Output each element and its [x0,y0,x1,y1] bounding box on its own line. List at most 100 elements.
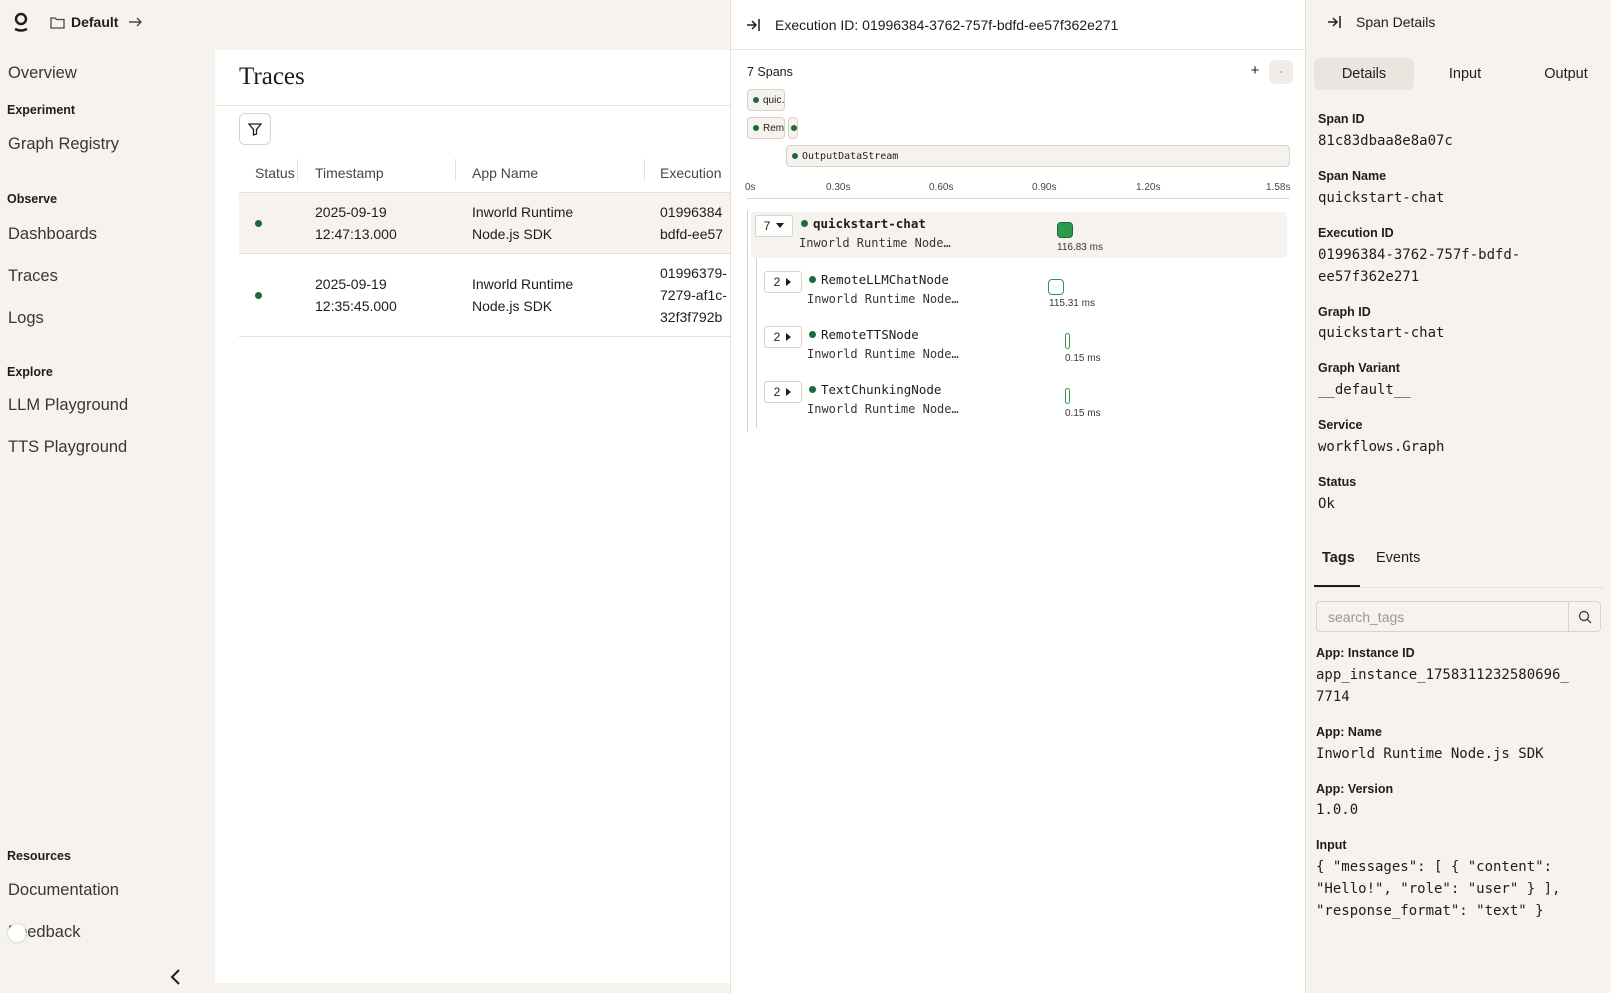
tree-line [756,258,757,428]
sidebar-item-tts-playground[interactable]: TTS Playground [8,438,127,457]
span-duration-bar[interactable] [1057,222,1073,238]
status-dot [801,220,808,227]
execution-id-label: Execution ID [1318,226,1394,240]
minimap-span[interactable] [788,117,798,139]
subtab-events[interactable]: Events [1376,550,1420,566]
graph-variant-value: __default__ [1318,382,1411,398]
details-header: Span Details [1306,0,1611,44]
count-text: 2 [773,275,781,289]
sidebar-section-experiment: Experiment [7,103,76,117]
span-details-panel: Span Details Details Input Output Span I… [1306,0,1611,993]
status-dot [255,292,262,299]
span-child-count[interactable]: 2 [764,381,802,403]
status-value: Ok [1318,496,1335,512]
timestamp-cell: 2025-09-19 12:47:13.000 [315,204,397,242]
sidebar-item-logs[interactable]: Logs [8,309,44,328]
span-row-remote-llm-chat-node[interactable]: 2 RemoteLLMChatNode Inworld Runtime Node… [761,268,1287,314]
column-separator[interactable] [455,159,456,181]
column-separator[interactable] [297,159,298,181]
search-tags-input[interactable]: search_tags [1316,601,1601,632]
details-title: Span Details [1356,14,1436,30]
chevron-right-icon [786,278,792,286]
workspace-breadcrumb[interactable]: Default [50,14,144,30]
axis-tick-label: 1.58s [1266,182,1291,193]
span-duration: 115.31 ms [1049,298,1095,309]
chevron-down-icon [776,223,785,228]
span-child-count[interactable]: 2 [764,326,802,348]
tab-details[interactable]: Details [1314,58,1414,90]
axis-tick-label: 0.30s [826,182,851,193]
page-title: Traces [239,63,305,90]
folder-icon [50,16,65,29]
status-label: Status [1318,475,1357,489]
span-row-quickstart-chat[interactable]: 7 quickstart-chat Inworld Runtime Node… … [751,212,1287,258]
collapse-panel-icon[interactable] [1326,14,1342,30]
minimap-span[interactable]: quic… [747,89,785,111]
span-name: quickstart-chat [813,216,926,231]
tab-output[interactable]: Output [1516,58,1611,90]
sidebar-item-graph-registry[interactable]: Graph Registry [8,135,119,154]
sidebar-item-llm-playground[interactable]: LLM Playground [8,396,128,415]
span-child-count[interactable]: 7 [755,215,793,237]
status-dot [809,276,816,283]
span-duration-bar[interactable] [1065,388,1070,404]
divider [1314,587,1603,588]
tab-input[interactable]: Input [1415,58,1515,90]
app-name-cell: Inworld Runtime Node.js SDK [472,276,574,314]
span-duration-bar[interactable] [1065,333,1070,349]
count-text: 2 [773,385,781,399]
column-header-status[interactable]: Status [255,165,295,181]
status-dot [809,386,816,393]
column-separator[interactable] [644,159,645,181]
sidebar-item-dashboards[interactable]: Dashboards [8,225,97,244]
spans-count: 7 Spans [747,65,793,79]
zoom-in-button[interactable]: + [1245,62,1265,82]
search-button[interactable] [1568,602,1600,631]
collapse-panel-icon[interactable] [745,17,761,33]
span-service: Inworld Runtime Node… [799,236,951,250]
span-name-value: quickstart-chat [1318,190,1445,206]
minimap-span[interactable]: OutputDataStream [786,145,1290,167]
minimap-label: OutputDataStream [802,150,899,162]
span-row-remote-tts-node[interactable]: 2 RemoteTTSNode Inworld Runtime Node… 0.… [761,323,1287,369]
status-dot [809,331,816,338]
span-child-count[interactable]: 2 [764,271,802,293]
span-service: Inworld Runtime Node… [807,292,959,306]
app-version-label: App: Version [1316,782,1394,796]
arrow-right-icon [129,17,143,27]
collapse-sidebar-icon[interactable] [168,968,184,986]
column-header-execution[interactable]: Execution [660,165,721,181]
axis-tick-label: 0s [745,182,756,193]
instance-id-value: app_instance_1758311232580696_ 7714 [1316,667,1569,705]
column-header-app-name[interactable]: App Name [472,165,538,181]
sidebar: Overview Experiment Graph Registry Obser… [0,44,215,993]
sidebar-section-explore: Explore [7,365,53,379]
span-name: RemoteTTSNode [821,327,919,342]
time-axis [747,198,1289,199]
active-tab-indicator [1314,585,1360,587]
span-row-text-chunking-node[interactable]: 2 TextChunkingNode Inworld Runtime Node…… [761,378,1287,424]
minimap-label: Remo [763,122,785,134]
zoom-out-button[interactable]: - [1269,60,1293,84]
span-name-label: Span Name [1318,169,1387,183]
span-duration-bar[interactable] [1048,279,1064,295]
top-bar: Default [0,0,730,44]
app-name-value: Inworld Runtime Node.js SDK [1316,746,1544,762]
sidebar-item-overview[interactable]: Overview [8,64,77,83]
inworld-logo-icon[interactable] [12,11,30,33]
span-name: RemoteLLMChatNode [821,272,949,287]
table-row[interactable]: 2025-09-19 12:47:13.000 Inworld Runtime No… [239,192,730,253]
sidebar-item-traces[interactable]: Traces [8,267,58,286]
minimap-label: quic… [763,94,784,106]
theme-toggle[interactable] [8,922,46,944]
subtab-tags[interactable]: Tags [1322,550,1355,566]
minimap-span[interactable]: Remo [747,117,785,139]
input-value: { "messages": [ { "content": "Hello!", "r… [1316,859,1561,919]
span-id-value: 81c83dbaa8e8a07c [1318,133,1453,149]
traces-panel: Traces Status Timestamp App Name Executi… [215,50,730,983]
filter-button[interactable] [239,113,271,145]
table-row[interactable]: 2025-09-19 12:35:45.000 Inworld Runtime No… [239,253,730,337]
moon-icon [30,927,36,939]
sidebar-item-documentation[interactable]: Documentation [8,881,119,900]
column-header-timestamp[interactable]: Timestamp [315,165,384,181]
